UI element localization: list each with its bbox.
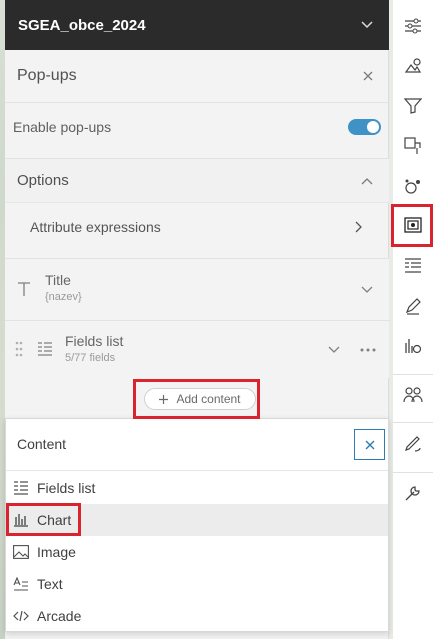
fields-list-element-card[interactable]: Fields list 5/77 fields	[5, 320, 389, 378]
content-popover-header: Content	[6, 419, 388, 471]
configure-button[interactable]	[393, 472, 433, 512]
menu-item-label: Image	[37, 544, 76, 560]
enable-popups-row: Enable pop-ups	[5, 102, 389, 150]
labels-icon	[404, 297, 422, 315]
title-element-name: Title	[45, 272, 71, 288]
filter-button[interactable]	[393, 86, 433, 126]
fields-list-icon	[37, 342, 53, 356]
aggregation-button[interactable]	[393, 166, 433, 206]
content-popover: Content Fields list Chart Image Text Arc…	[5, 418, 389, 632]
menu-item-label: Arcade	[37, 608, 82, 624]
properties-button[interactable]	[393, 6, 433, 46]
add-content-button[interactable]: Add content	[144, 388, 256, 410]
chevron-right-icon[interactable]	[355, 221, 363, 233]
layer-header[interactable]: SGEA_obce_2024	[5, 0, 389, 50]
configure-icon	[404, 484, 422, 502]
arcade-icon	[13, 609, 29, 623]
plus-icon	[159, 394, 169, 404]
attribute-expressions-row[interactable]: Attribute expressions	[5, 202, 389, 250]
add-content-label: Add content	[176, 392, 241, 406]
labels-button[interactable]	[393, 286, 433, 326]
fields-list-element-name: Fields list	[65, 333, 124, 349]
effects-button[interactable]	[393, 126, 433, 166]
enable-popups-label: Enable pop-ups	[13, 118, 112, 135]
right-toolbar	[393, 0, 433, 639]
filter-icon	[404, 98, 422, 114]
chevron-down-icon[interactable]	[328, 346, 340, 354]
menu-item-text[interactable]: Text	[6, 568, 388, 600]
text-icon	[13, 577, 29, 591]
close-icon[interactable]	[363, 71, 373, 81]
fields-button[interactable]	[393, 246, 433, 286]
menu-item-label: Chart	[37, 512, 72, 528]
aggregation-icon	[404, 177, 422, 195]
title-element-detail: {nazev}	[45, 291, 82, 303]
more-options-icon[interactable]	[360, 348, 376, 352]
toggle-knob	[367, 120, 379, 133]
fields-icon	[404, 258, 422, 274]
chevron-up-icon[interactable]	[361, 177, 373, 185]
charts-button[interactable]	[393, 326, 433, 366]
chart-icon	[13, 513, 29, 527]
styles-button[interactable]	[393, 46, 433, 86]
options-header[interactable]: Options	[5, 158, 389, 202]
popups-icon	[404, 217, 422, 235]
content-close-button[interactable]	[354, 429, 385, 460]
effects-icon	[404, 137, 422, 155]
menu-item-image[interactable]: Image	[6, 536, 388, 568]
sharing-icon	[403, 386, 423, 404]
content-popover-title: Content	[17, 436, 67, 452]
drag-handle-icon[interactable]	[15, 341, 23, 357]
popups-header: Pop-ups	[5, 50, 389, 102]
sharing-button[interactable]	[393, 374, 433, 414]
image-icon	[13, 545, 29, 559]
layer-title: SGEA_obce_2024	[18, 16, 146, 34]
sketch-icon	[404, 434, 422, 452]
popups-title: Pop-ups	[17, 67, 77, 84]
attribute-expressions-label: Attribute expressions	[30, 218, 161, 235]
popups-button[interactable]	[393, 206, 433, 246]
fields-list-icon	[13, 481, 29, 495]
options-title: Options	[17, 172, 69, 189]
close-icon	[365, 440, 374, 449]
menu-item-chart[interactable]: Chart	[6, 504, 388, 536]
menu-item-label: Fields list	[37, 480, 96, 496]
menu-item-label: Text	[37, 576, 63, 592]
popup-config-panel: SGEA_obce_2024 Pop-ups Enable pop-ups Op…	[5, 0, 389, 639]
text-heading-icon	[17, 281, 31, 297]
charts-icon	[404, 337, 422, 355]
menu-item-arcade[interactable]: Arcade	[6, 600, 388, 632]
properties-icon	[404, 18, 422, 34]
title-element-card[interactable]: Title {nazev}	[5, 258, 389, 320]
menu-item-fields-list[interactable]: Fields list	[6, 472, 388, 504]
fields-list-element-detail: 5/77 fields	[65, 352, 116, 364]
enable-popups-toggle[interactable]	[348, 118, 381, 135]
sketch-button[interactable]	[393, 422, 433, 462]
chevron-down-icon[interactable]	[361, 286, 373, 294]
styles-icon	[404, 57, 422, 75]
chevron-down-icon[interactable]	[361, 21, 373, 29]
